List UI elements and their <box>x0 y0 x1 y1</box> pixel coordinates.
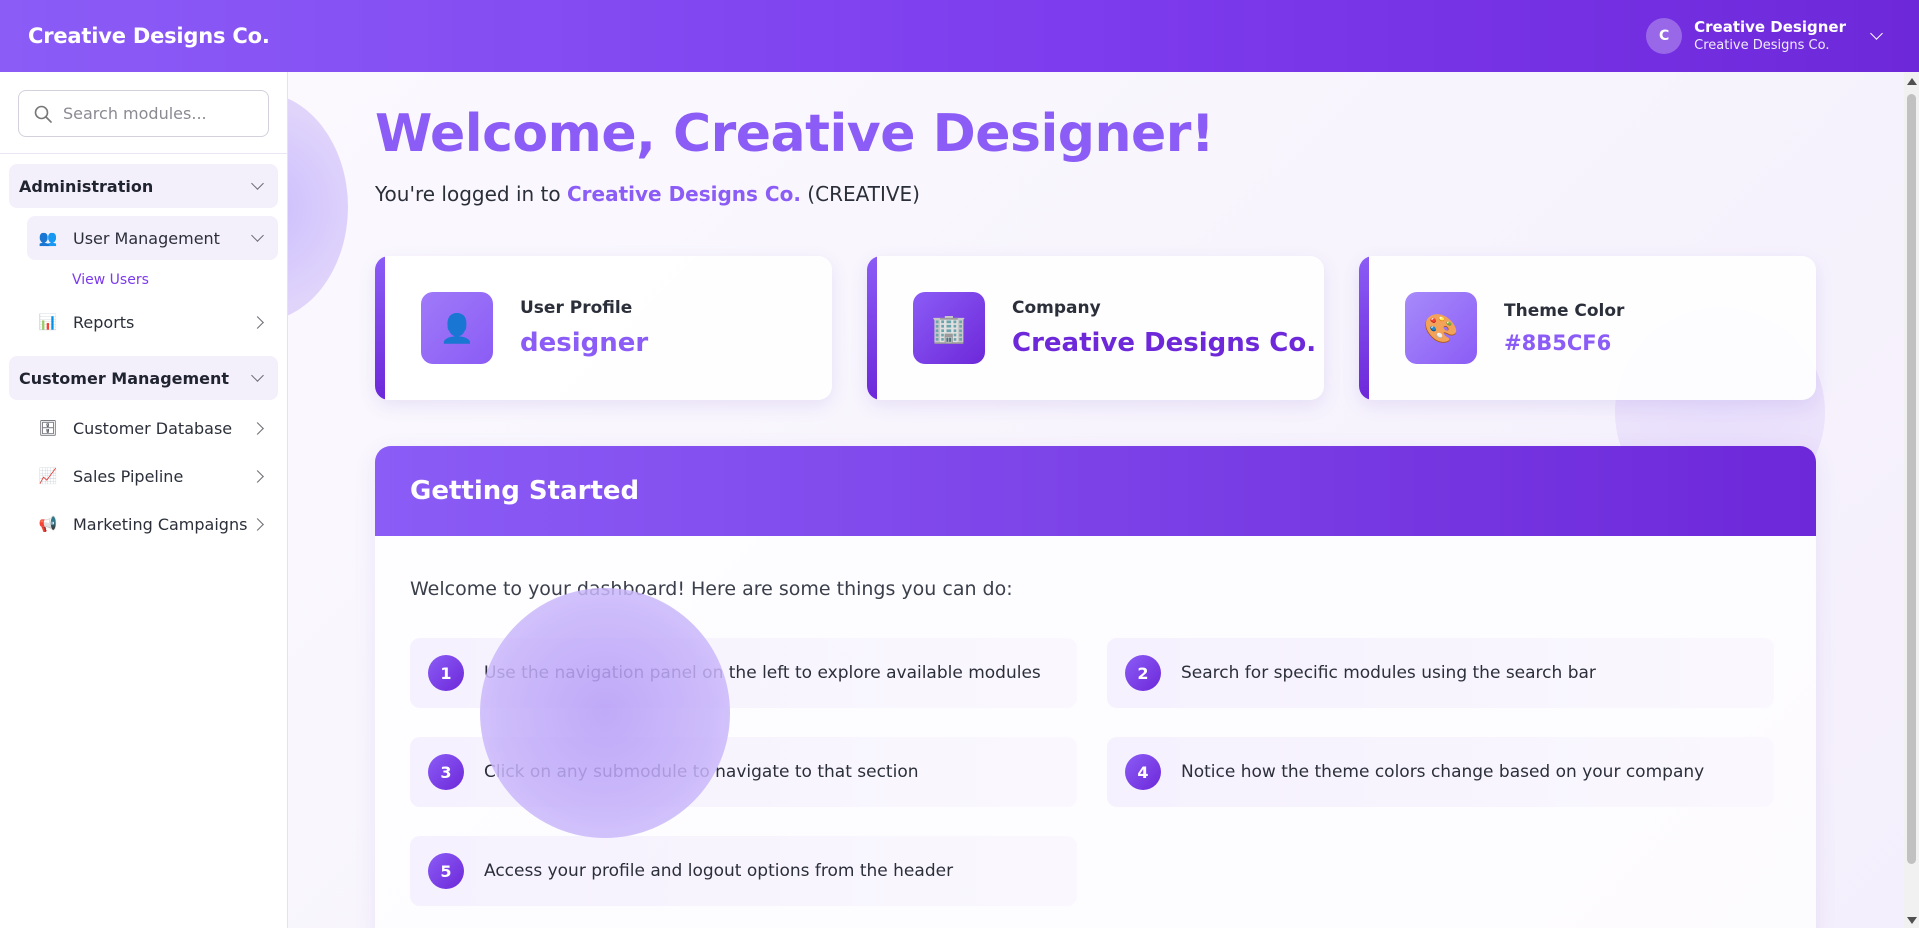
sidebar-item-sales-pipeline[interactable]: 📈 Sales Pipeline <box>9 452 278 500</box>
step-item: 4 Notice how the theme colors change bas… <box>1107 737 1774 807</box>
main-content: Welcome, Creative Designer! You're logge… <box>288 72 1904 928</box>
top-header: Creative Designs Co. C Creative Designer… <box>0 0 1919 72</box>
user-menu[interactable]: C Creative Designer Creative Designs Co. <box>1646 18 1883 54</box>
sidebar: Administration 👥 User Management View Us… <box>0 72 288 928</box>
chevron-right-icon <box>251 469 264 483</box>
step-item: 2 Search for specific modules using the … <box>1107 638 1774 708</box>
users-icon: 👥 <box>38 229 58 247</box>
trend-chart-icon: 📈 <box>38 467 58 485</box>
section-header-administration[interactable]: Administration <box>9 164 278 208</box>
sidebar-item-label: Reports <box>73 312 135 332</box>
card-user-profile: 👤 User Profile designer <box>375 256 832 400</box>
card-label: User Profile <box>520 298 633 318</box>
avatar: C <box>1646 18 1683 54</box>
user-icon: 👤 <box>421 292 493 364</box>
user-name: Creative Designer <box>1694 18 1846 36</box>
user-company: Creative Designs Co. <box>1694 38 1830 53</box>
sidebar-item-label: User Management <box>73 228 220 248</box>
brand-title[interactable]: Creative Designs Co. <box>28 24 270 48</box>
section-title: Customer Management <box>19 368 230 388</box>
card-value: #8B5CF6 <box>1504 331 1612 355</box>
chevron-right-icon <box>251 315 264 329</box>
sidebar-item-reports[interactable]: 📊 Reports <box>9 298 278 346</box>
scroll-thumb[interactable] <box>1907 94 1916 864</box>
sidebar-item-marketing-campaigns[interactable]: 📢 Marketing Campaigns <box>9 500 278 548</box>
section-administration: Administration 👥 User Management View Us… <box>9 164 278 346</box>
step-number: 2 <box>1125 655 1161 691</box>
step-text: Notice how the theme colors change based… <box>1181 762 1705 782</box>
palette-icon: 🎨 <box>1405 292 1477 364</box>
card-value: Creative Designs Co. <box>1012 328 1317 358</box>
search-box[interactable] <box>18 90 269 137</box>
decorative-blob <box>288 92 348 322</box>
bar-chart-icon: 📊 <box>38 313 58 331</box>
step-number: 1 <box>428 655 464 691</box>
scroll-down-icon[interactable] <box>1907 917 1917 924</box>
step-text: Access your profile and logout options f… <box>484 861 954 881</box>
card-label: Company <box>1012 298 1101 318</box>
sidebar-item-label: Marketing Campaigns <box>73 514 248 534</box>
card-theme-color: 🎨 Theme Color #8B5CF6 <box>1359 256 1816 400</box>
login-info: You're logged in to Creative Designs Co.… <box>375 182 920 206</box>
sidebar-item-label: Customer Database <box>73 418 233 438</box>
chevron-down-icon <box>251 229 264 242</box>
step-item: 5 Access your profile and logout options… <box>410 836 1077 906</box>
user-info: Creative Designer Creative Designs Co. <box>1694 18 1846 54</box>
card-label: Theme Color <box>1504 301 1625 321</box>
chevron-down-icon <box>251 369 264 382</box>
chevron-right-icon <box>251 517 264 531</box>
card-company: 🏢 Company Creative Designs Co. <box>867 256 1324 400</box>
search-icon <box>34 105 52 123</box>
sidebar-item-customer-database[interactable]: 🗄 Customer Database <box>9 404 278 452</box>
getting-started-intro: Welcome to your dashboard! Here are some… <box>410 578 1013 600</box>
megaphone-icon: 📢 <box>38 515 58 533</box>
section-header-customer-management[interactable]: Customer Management <box>9 356 278 400</box>
step-number: 4 <box>1125 754 1161 790</box>
section-title: Administration <box>19 176 154 196</box>
chevron-down-icon[interactable] <box>1870 26 1883 40</box>
login-company: Creative Designs Co. <box>566 182 801 206</box>
database-icon: 🗄 <box>38 419 58 437</box>
scroll-up-icon[interactable] <box>1907 78 1917 85</box>
sidebar-item-user-management[interactable]: 👥 User Management <box>27 216 278 260</box>
getting-started-title: Getting Started <box>375 446 1816 536</box>
card-value: designer <box>520 328 649 358</box>
sidebar-subitem-view-users[interactable]: View Users <box>9 260 278 298</box>
search-area <box>0 72 287 154</box>
search-input[interactable] <box>63 104 253 123</box>
step-number: 3 <box>428 754 464 790</box>
login-prefix: You're logged in to <box>375 182 561 206</box>
building-icon: 🏢 <box>913 292 985 364</box>
decorative-blob <box>480 588 730 838</box>
chevron-down-icon <box>251 177 264 190</box>
scrollbar[interactable] <box>1904 72 1919 928</box>
page-title: Welcome, Creative Designer! <box>375 104 1215 164</box>
chevron-right-icon <box>251 421 264 435</box>
step-number: 5 <box>428 853 464 889</box>
section-customer-management: Customer Management 🗄 Customer Database … <box>9 356 278 548</box>
step-text: Search for specific modules using the se… <box>1181 663 1596 683</box>
sidebar-item-label: Sales Pipeline <box>73 466 184 486</box>
login-code: (CREATIVE) <box>807 182 920 206</box>
